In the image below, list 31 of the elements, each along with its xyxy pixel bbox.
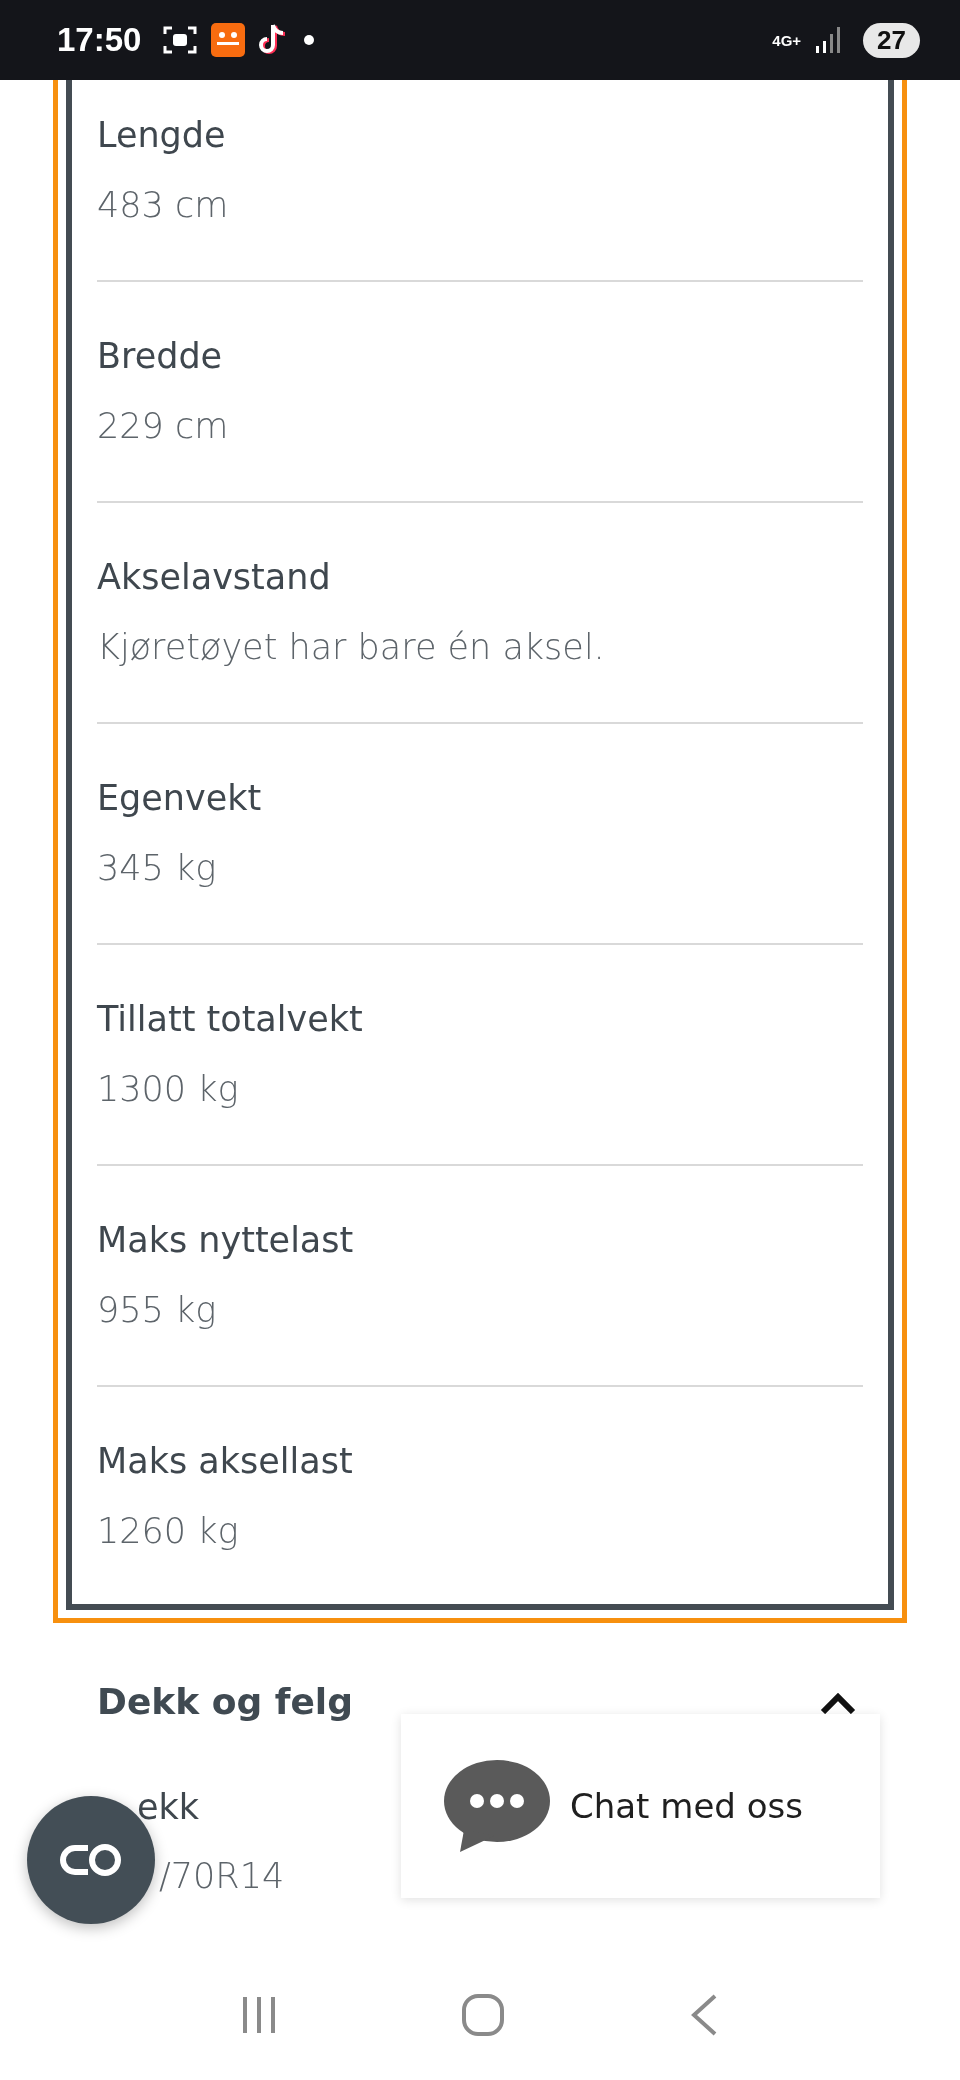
chat-bubble-icon (444, 1760, 550, 1852)
chevron-icon[interactable] (820, 1692, 856, 1714)
notification-dot-icon (303, 34, 316, 46)
back-icon[interactable] (689, 1993, 718, 2037)
chat-button[interactable]: Chat med oss (401, 1714, 880, 1898)
section-title: Dekk og felg (97, 1680, 353, 1724)
spec-value: 1300 kg (97, 1068, 239, 1111)
spec-label: Maks nyttelast (97, 1219, 354, 1262)
spec-value: /70R14 (159, 1855, 285, 1898)
spec-value: 483 cm (97, 184, 229, 227)
spec-value: 955 kg (97, 1289, 217, 1332)
spec-label: Tillatt totalvekt (97, 998, 363, 1041)
spec-label: Lengde (97, 114, 226, 157)
recent-apps-icon[interactable] (242, 1995, 277, 2035)
spec-value: 1260 kg (97, 1510, 239, 1553)
home-icon[interactable] (461, 1993, 505, 2037)
spec-value: Kjøretøyet har bare én aksel. (97, 626, 605, 669)
signal-icon (815, 26, 842, 54)
spec-value: 345 kg (97, 847, 217, 890)
status-time: 17:50 (57, 21, 142, 59)
battery-level: 27 (863, 22, 920, 58)
network-type: 4G+ (772, 32, 802, 48)
spec-label: Egenvekt (97, 777, 262, 820)
spec-label: Maks aksellast (97, 1440, 353, 1483)
spec-label: Akselavstand (97, 556, 331, 599)
spec-value: 229 cm (97, 405, 229, 448)
link-icon (58, 1843, 124, 1877)
app-icon (211, 23, 246, 57)
spec-label: ekk (137, 1786, 200, 1829)
screenshot-icon (163, 25, 198, 55)
spec-label: Bredde (97, 335, 223, 378)
